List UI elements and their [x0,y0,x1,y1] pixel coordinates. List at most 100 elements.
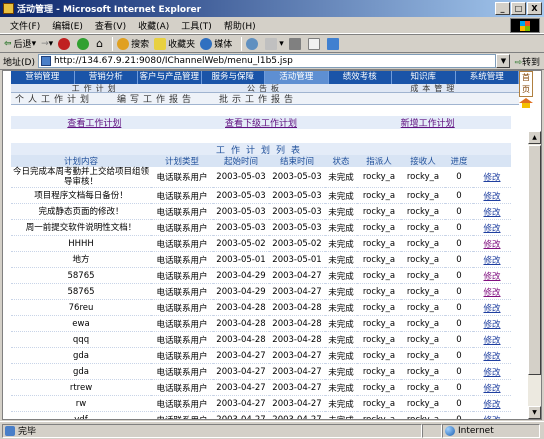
print-button[interactable] [288,37,303,50]
window-title: 活动管理 - Microsoft Internet Explorer [17,5,202,15]
home-page-button[interactable]: 首页 [519,71,533,97]
edit-link[interactable]: 修改 [483,173,500,183]
table-cell: 2003-05-03 [269,167,325,188]
menu-bar: 文件(F) 编辑(E) 查看(V) 收藏(A) 工具(T) 帮助(H) [0,17,544,34]
address-dropdown-icon[interactable]: ▼ [496,54,511,68]
new-plan-link[interactable]: 新增工作计划 [344,116,511,129]
home-button[interactable]: ⌂ [96,37,103,50]
plan-list-title: 工作计划列表 [11,143,511,156]
view-plan-link[interactable]: 查看工作计划 [11,116,178,129]
edit-link[interactable]: 修改 [483,288,500,298]
table-cell: rocky_a [401,219,445,236]
status-text: 完毕 [18,427,37,437]
table-cell: 0 [445,331,473,348]
address-label: 地址(D) [3,57,35,68]
menu-view[interactable]: 查看(V) [89,19,132,32]
table-cell: 2003-04-27 [269,411,325,419]
address-input[interactable]: http://134.67.9.21:9080/IChannelWeb/menu… [37,54,497,68]
table-cell: 电话联系用户 [151,283,213,300]
nav3-write-report[interactable]: 编写工作报告 [117,92,195,105]
search-button[interactable]: 搜索 [117,37,149,50]
table-cell: rocky_a [401,267,445,284]
table-cell: rtrew [11,379,151,396]
edit-button[interactable] [307,37,322,50]
table-cell: gda [11,347,151,364]
subnav-cost[interactable]: 成本管理 [350,84,519,93]
column-header: 进度 [445,155,473,167]
edit-link[interactable]: 修改 [483,272,500,282]
table-cell: 电话联系用户 [151,219,213,236]
mail-button[interactable]: ▾ [265,37,284,50]
forward-button[interactable]: → ▾ [41,39,53,49]
nav-item-activity[interactable]: 活动管理 [265,71,329,84]
table-cell: 未完成 [325,331,357,348]
nav-item-service[interactable]: 服务与保障 [202,71,265,84]
go-button[interactable]: ⇨转到 [510,55,544,68]
edit-link[interactable]: 修改 [483,352,500,362]
table-cell: 2003-05-03 [269,187,325,204]
subnav-bulletin[interactable]: 公告板 [180,84,349,93]
edit-link[interactable]: 修改 [483,208,500,218]
main-nav: 营销管理 营销分析 客户与产品管理 服务与保障 活动管理 绩效考核 知识库 系统… [11,71,519,84]
nav-item-marketing[interactable]: 营销管理 [11,71,75,84]
nav-item-knowledge[interactable]: 知识库 [392,71,456,84]
table-cell: 2003-05-02 [269,235,325,252]
menu-help[interactable]: 帮助(H) [218,19,262,32]
edit-link[interactable]: 修改 [483,320,500,330]
table-cell: 0 [445,267,473,284]
close-button[interactable]: X [527,2,542,15]
edit-link[interactable]: 修改 [483,368,500,378]
favorites-icon [154,37,167,50]
maximize-button[interactable]: □ [511,2,526,15]
table-cell: 未完成 [325,167,357,188]
edit-link[interactable]: 修改 [483,400,500,410]
table-cell: 0 [445,315,473,332]
table-cell: 2003-05-03 [269,203,325,220]
edit-link[interactable]: 修改 [483,416,500,420]
edit-cell: 修改 [473,379,511,396]
table-cell: 电话联系用户 [151,347,213,364]
home-icon[interactable] [519,98,533,108]
address-url: http://134.67.9.21:9080/IChannelWeb/menu… [53,56,293,66]
history-button[interactable] [246,37,260,50]
edit-link[interactable]: 修改 [483,240,500,250]
minimize-button[interactable]: _ [495,2,510,15]
nav3-approve-report[interactable]: 批示工作报告 [219,92,297,105]
scroll-thumb[interactable] [528,145,541,375]
vertical-scrollbar[interactable]: ▲ ▼ [528,131,541,419]
scroll-down-icon[interactable]: ▼ [528,406,541,419]
app-icon [3,3,14,14]
edit-link[interactable]: 修改 [483,256,500,266]
table-row: 周一前提交软件说明性文档！ 电话联系用户 2003-05-03 2003-05-03 未… [11,219,511,236]
refresh-icon [77,37,90,50]
discuss-button[interactable] [326,37,341,50]
back-button[interactable]: ⇦ 后退 ▾ [4,37,36,51]
nav-item-analysis[interactable]: 营销分析 [75,71,138,84]
edit-link[interactable]: 修改 [483,224,500,234]
table-row: gda 电话联系用户 2003-04-27 2003-04-27 未完成 rocky_a r… [11,363,511,380]
scroll-up-icon[interactable]: ▲ [528,131,541,144]
menu-favorites[interactable]: 收藏(A) [132,19,175,32]
favorites-button[interactable]: 收藏夹 [154,37,195,50]
table-cell: ewa [11,315,151,332]
edit-link[interactable]: 修改 [483,336,500,346]
edit-link[interactable]: 修改 [483,304,500,314]
media-button[interactable]: 媒体 [200,37,232,50]
refresh-button[interactable] [77,37,91,50]
edit-link[interactable]: 修改 [483,384,500,394]
menu-edit[interactable]: 编辑(E) [46,19,89,32]
menu-tools[interactable]: 工具(T) [175,19,218,32]
nav-item-customer-product[interactable]: 客户与产品管理 [138,71,202,84]
subnav-work-plan[interactable]: 工作计划 [11,84,180,93]
nav-item-system[interactable]: 系统管理 [456,71,519,84]
table-cell: 电话联系用户 [151,203,213,220]
stop-button[interactable] [58,37,72,50]
table-header-row: 计划内容 计划类型 起始时间 结束时间 状态 指派人 接收人 进度 [11,155,511,167]
edit-link[interactable]: 修改 [483,192,500,202]
nav-item-performance[interactable]: 绩效考核 [329,71,392,84]
menu-file[interactable]: 文件(F) [4,19,46,32]
view-sub-plan-link[interactable]: 查看下级工作计划 [178,116,345,129]
nav3-personal-plan[interactable]: 个人工作计划 [15,92,93,105]
table-cell: rocky_a [357,219,401,236]
table-cell: 2003-05-01 [269,251,325,268]
